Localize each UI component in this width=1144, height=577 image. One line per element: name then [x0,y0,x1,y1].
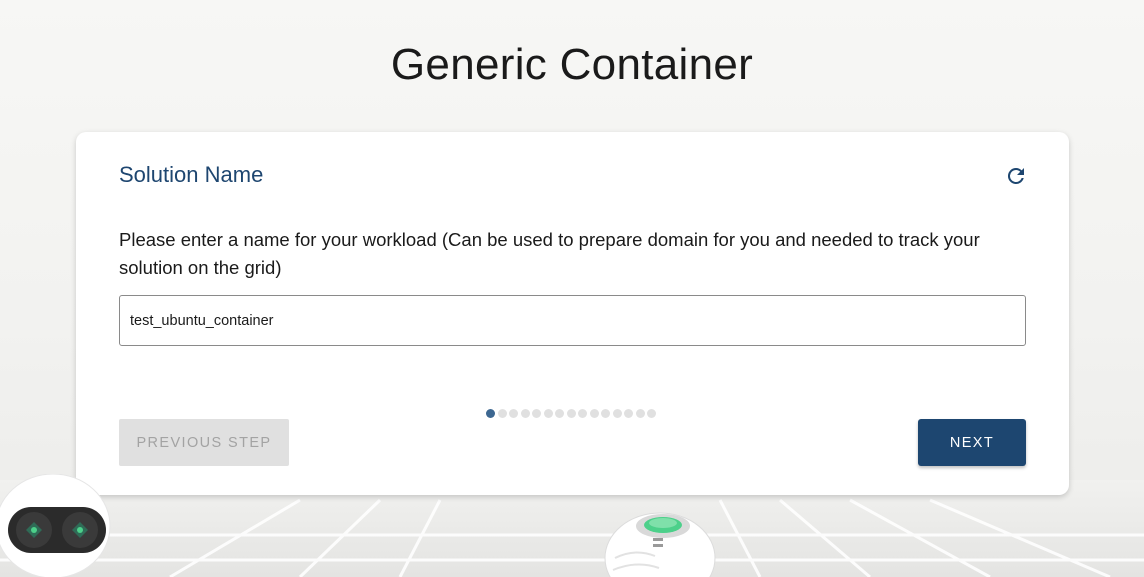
page-title: Generic Container [390,40,754,89]
step-dot [635,409,645,418]
step-progress-dots [486,409,656,419]
solution-name-input[interactable] [119,295,1026,346]
step-dot [589,409,599,418]
refresh-icon [1007,167,1024,184]
step-dot [543,409,553,418]
step-dot [601,409,610,418]
step-dot [647,409,656,418]
step-dot-active [486,409,495,418]
step-dot [555,409,564,418]
step-dot [497,409,507,418]
card-title: Solution Name [119,162,264,187]
refresh-button[interactable] [1004,164,1028,188]
step-dot [624,409,633,418]
step-dot [612,409,622,418]
solution-name-card: Solution Name Please enter a name for yo… [76,132,1069,495]
field-description: Please enter a name for your workload (C… [119,229,980,278]
step-dot [532,409,541,418]
robot-illustration-left [0,474,111,577]
step-dot [509,409,518,418]
step-dot [566,409,576,418]
step-dot [578,409,587,418]
robot-illustration-center [604,512,716,577]
step-dot [520,409,530,418]
previous-step-button[interactable]: PREVIOUS STEP [119,419,289,466]
next-button[interactable]: NEXT [918,419,1026,466]
